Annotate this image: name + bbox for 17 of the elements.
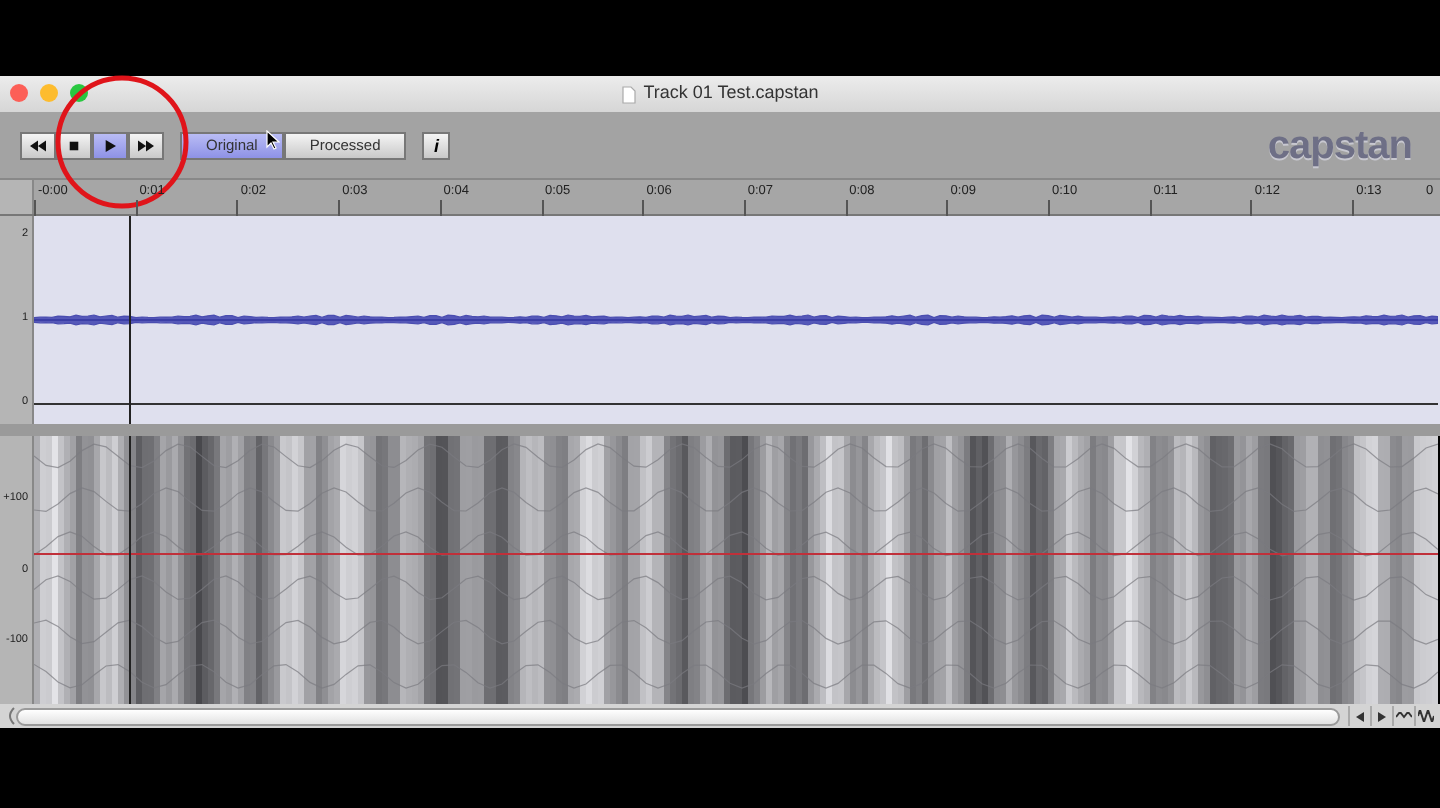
zoom-out-icon[interactable]	[1396, 711, 1412, 721]
window-title: Track 01 Test.capstan	[643, 80, 819, 107]
rewind-icon	[30, 139, 46, 151]
play-icon	[104, 139, 116, 151]
forward-button[interactable]	[128, 131, 164, 159]
right-arrow-icon[interactable]	[1378, 711, 1386, 721]
cursor-icon	[266, 130, 280, 150]
document-icon	[621, 85, 636, 103]
rewind-button[interactable]	[20, 131, 56, 159]
zoom-in-icon[interactable]	[1418, 710, 1434, 722]
scroll-left-button[interactable]	[4, 706, 16, 726]
stop-icon	[68, 139, 80, 151]
play-button[interactable]	[92, 131, 128, 159]
left-arrow-icon[interactable]	[1356, 711, 1364, 721]
info-button[interactable]: i	[422, 131, 451, 159]
forward-icon	[138, 139, 154, 151]
scrollbar-thumb[interactable]	[16, 707, 1340, 725]
